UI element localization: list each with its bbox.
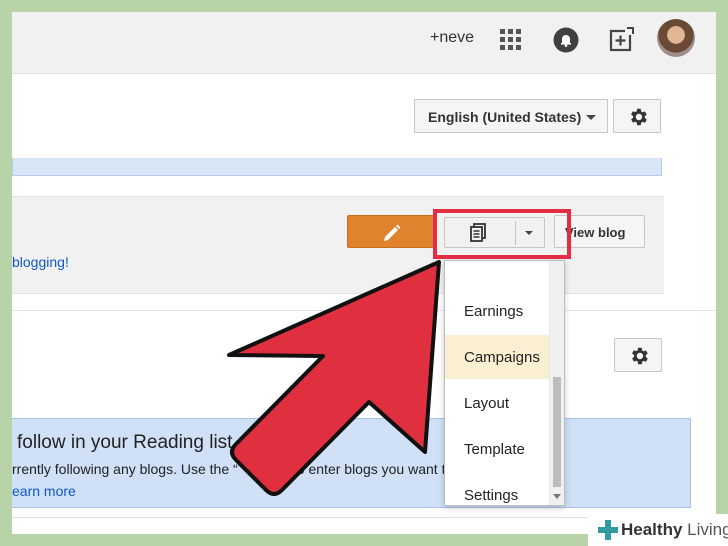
reading-list-title: follow in your Reading list	[17, 432, 233, 453]
avatar[interactable]	[657, 19, 695, 57]
language-select[interactable]: English (United States)	[414, 99, 608, 133]
menu-scrollbar[interactable]	[549, 261, 564, 505]
watermark-word-living: Living	[687, 520, 728, 539]
highlight-box	[433, 209, 571, 259]
new-post-button[interactable]	[347, 215, 437, 248]
menu-top-edge	[445, 261, 550, 269]
language-select-value: English (United States)	[428, 109, 582, 125]
menu-item-layout[interactable]: Layout	[445, 381, 550, 425]
browser-frame: +neve English (United States) blogging! …	[12, 12, 716, 534]
plus-user-link[interactable]: +neve	[430, 29, 474, 47]
posts-dropdown-menu: Earnings Campaigns Layout Template Setti…	[444, 260, 565, 506]
menu-item-template[interactable]: Template	[445, 427, 550, 471]
notifications-icon[interactable]	[553, 27, 579, 53]
menu-item-campaigns[interactable]: Campaigns	[445, 335, 550, 379]
scrollbar-thumb[interactable]	[553, 377, 561, 487]
chevron-down-icon	[586, 115, 596, 120]
pencil-icon	[384, 224, 401, 241]
gear-icon	[631, 108, 647, 126]
top-bar: +neve	[12, 12, 716, 74]
reading-list-gear-button[interactable]	[614, 338, 662, 372]
learn-more-link[interactable]: earn more	[12, 483, 76, 499]
watermark-word-healthy: Healthy	[621, 520, 683, 539]
menu-item-settings[interactable]: Settings	[445, 473, 550, 505]
apps-grid-icon[interactable]	[500, 29, 522, 51]
start-blogging-link[interactable]: blogging!	[12, 254, 69, 270]
section-divider	[12, 310, 716, 311]
watermark-text: Healthy Living	[621, 520, 728, 540]
menu-item-earnings[interactable]: Earnings	[445, 289, 550, 333]
notice-strip	[12, 158, 662, 176]
settings-gear-button[interactable]	[613, 99, 661, 133]
share-icon[interactable]	[609, 27, 635, 53]
healthy-living-watermark: Healthy Living	[588, 514, 728, 546]
scroll-down-arrow-icon[interactable]	[553, 494, 561, 499]
plus-cross-icon	[598, 520, 618, 540]
gear-icon	[632, 347, 648, 365]
